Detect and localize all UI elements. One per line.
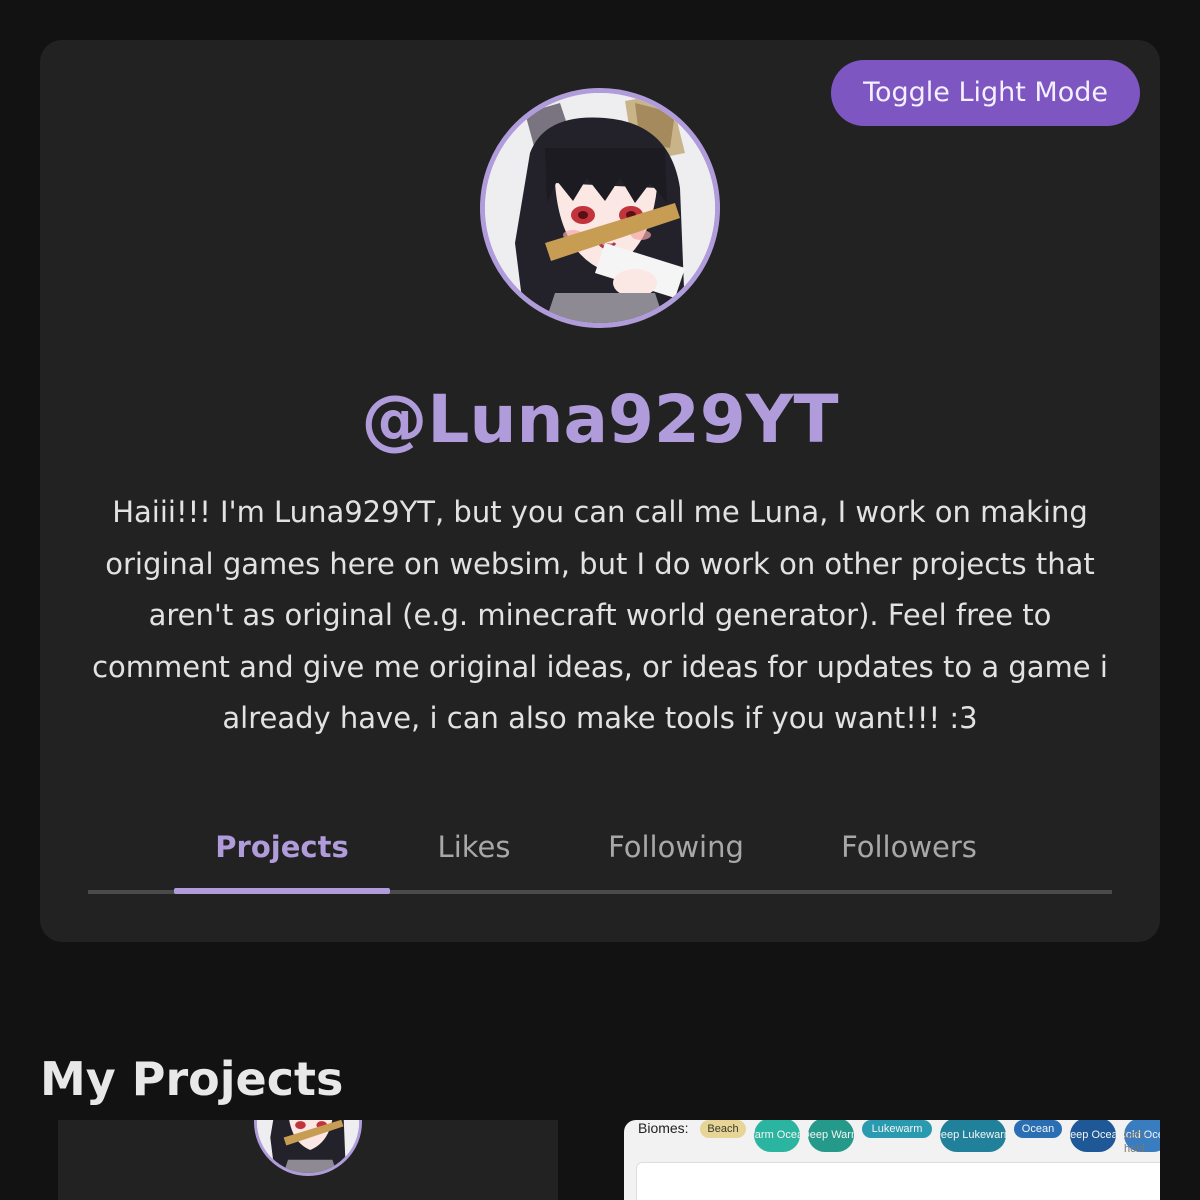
biome-chip-deep-lukewarm: Deep Lukewarm [940, 1120, 1006, 1152]
biomes-label: Biomes: [638, 1120, 689, 1136]
tab-followers[interactable]: Followers [818, 816, 1000, 894]
biome-chip-deep-ocean: Deep Ocean [1070, 1120, 1116, 1152]
biome-chip-lukewarm: Lukewarm [862, 1120, 932, 1138]
tab-projects[interactable]: Projects [174, 816, 390, 894]
generator-preview-panel [636, 1162, 1160, 1200]
tab-likes[interactable]: Likes [418, 816, 530, 894]
biome-chip-deep-warm: Deep Warm [808, 1120, 854, 1152]
profile-tabs: Projects Likes Following Followers [88, 816, 1112, 894]
project-card[interactable]: Biomes: Beach Warm Ocean Deep Warm Lukew… [624, 1120, 1160, 1200]
tab-following[interactable]: Following [588, 816, 764, 894]
biome-chip-warm-ocean: Warm Ocean [754, 1120, 800, 1152]
avatar-image [485, 93, 715, 323]
toggle-light-mode-button[interactable]: Toggle Light Mode [831, 60, 1140, 126]
project-thumbnail-avatar [254, 1120, 362, 1176]
my-projects-heading: My Projects [40, 1052, 344, 1106]
active-tab-indicator [174, 888, 390, 894]
profile-card: Toggle Light Mode @Luna929YT Haiii!!! I'… [40, 40, 1160, 942]
avatar-image [257, 1120, 359, 1173]
project-card[interactable] [58, 1120, 558, 1200]
preview-hint-text: Left- hold [1123, 1129, 1146, 1155]
biome-chip-ocean: Ocean [1014, 1120, 1062, 1138]
username: @Luna929YT [361, 381, 839, 458]
bio-text: Haiii!!! I'm Luna929YT, but you can call… [92, 495, 1108, 735]
avatar [480, 88, 720, 328]
biome-chip-beach: Beach [700, 1120, 746, 1138]
